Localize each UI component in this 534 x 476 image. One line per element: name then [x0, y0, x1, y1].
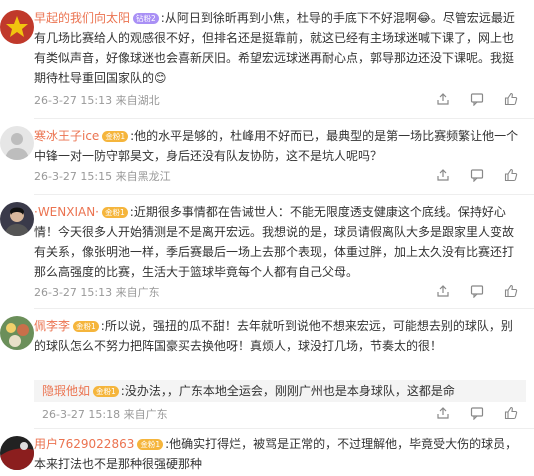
- comment-time: 26-3-27 15:15: [34, 170, 113, 183]
- comment-body: 寒冰王子ice 金粉1:他的水平是够的，杜峰用不好而已，最典型的是第一场比赛频繁让…: [34, 126, 524, 166]
- comment-meta: 26-3-27 15:15 来自黑龙江: [34, 168, 171, 184]
- share-icon[interactable]: [436, 91, 452, 107]
- user-name[interactable]: 用户7629022863: [34, 437, 134, 451]
- user-name[interactable]: 早起的我们向太阳: [34, 11, 130, 25]
- fan-badge: 金粉1: [137, 439, 164, 450]
- comment-actions: [436, 167, 526, 183]
- like-icon[interactable]: [504, 167, 520, 183]
- divider: [34, 428, 534, 429]
- like-icon[interactable]: [504, 405, 520, 421]
- reply-box: 隐瑕他如 金粉1:没办法，，广东本地全运会，刚刚广州也是本身球队，这都是命: [34, 380, 526, 402]
- share-icon[interactable]: [436, 167, 452, 183]
- comment-actions: [436, 283, 526, 299]
- avatar[interactable]: [0, 202, 34, 236]
- avatar[interactable]: [0, 10, 34, 44]
- fan-badge: 金粉1: [102, 207, 128, 218]
- fan-badge: 金粉1: [93, 386, 119, 397]
- comment-time: 26-3-27 15:13: [34, 286, 113, 299]
- share-icon[interactable]: [436, 283, 452, 299]
- like-icon[interactable]: [504, 283, 520, 299]
- comment-location: 来自广东: [115, 286, 160, 299]
- avatar[interactable]: [0, 316, 34, 350]
- comment-icon[interactable]: [470, 91, 486, 107]
- comment-location: 来自黑龙江: [115, 170, 171, 183]
- fan-badge: 金粉1: [102, 131, 129, 142]
- comment-icon[interactable]: [470, 283, 486, 299]
- reply-text: :没办法，，广东本地全运会，刚刚广州也是本身球队，这都是命: [120, 384, 455, 398]
- comment-text: :所以说，强扭的瓜不甜！去年就听到说他不想来宏远，可能想去别的球队，别的球队怎么…: [34, 319, 513, 353]
- like-icon[interactable]: [504, 91, 520, 107]
- user-name[interactable]: ·WENXIAN·: [34, 205, 99, 219]
- user-name[interactable]: 佩李李: [34, 319, 70, 333]
- divider: [34, 194, 534, 195]
- reply-location: 来自广东: [123, 408, 168, 421]
- comment-body: ·WENXIAN· 金粉1:近期很多事情都在告诫世人：不能无限度透支健康这个底线。…: [34, 202, 524, 282]
- comment-icon[interactable]: [470, 405, 486, 421]
- share-icon[interactable]: [436, 405, 452, 421]
- avatar[interactable]: [0, 436, 34, 470]
- comment-body: 用户7629022863 金粉1:他确实打得烂，被骂是正常的，不过理解他，毕竟受大…: [34, 434, 524, 474]
- comment-location: 来自湖北: [115, 94, 160, 107]
- fan-badge: 金粉1: [73, 321, 99, 332]
- comment-meta: 26-3-27 15:13 来自湖北: [34, 92, 160, 108]
- reply-meta: 26-3-27 15:18 来自广东: [42, 406, 168, 422]
- comment-body: 早起的我们向太阳 钻粉2:从阿日到徐昕再到小焦，杜导的手底下不好混啊😂。尽管宏远最…: [34, 8, 524, 88]
- reply-actions: [436, 405, 526, 421]
- comment-meta: 26-3-27 15:13 来自广东: [34, 284, 160, 300]
- divider: [34, 118, 534, 119]
- reply-user-name[interactable]: 隐瑕他如: [42, 384, 90, 398]
- comment-body: 佩李李 金粉1:所以说，强扭的瓜不甜！去年就听到说他不想来宏远，可能想去别的球队，…: [34, 316, 524, 356]
- comment-icon[interactable]: [470, 167, 486, 183]
- avatar[interactable]: [0, 126, 34, 160]
- comment-time: 26-3-27 15:13: [34, 94, 113, 107]
- fan-badge: 钻粉2: [133, 13, 159, 24]
- reply-time: 26-3-27 15:18: [42, 408, 121, 421]
- divider: [34, 308, 534, 309]
- comment-actions: [436, 91, 526, 107]
- user-name[interactable]: 寒冰王子ice: [34, 129, 99, 143]
